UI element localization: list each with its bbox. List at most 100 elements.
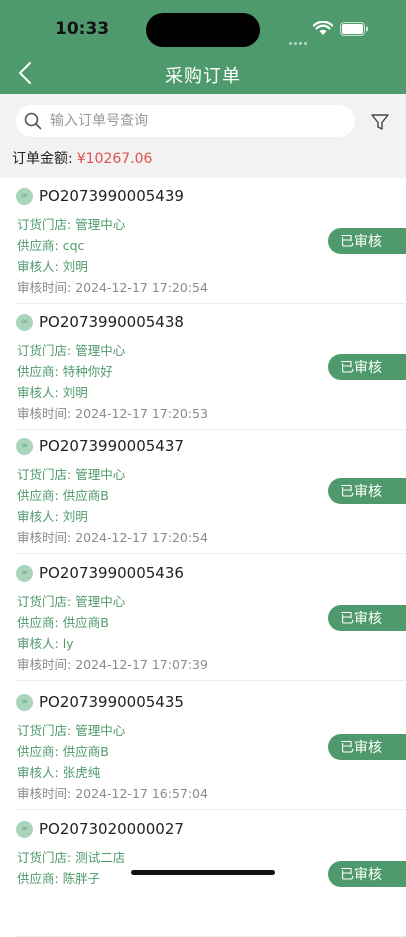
order-supplier: 供应商: 供应商B: [17, 612, 109, 631]
order-number: PO2073990005435: [39, 693, 184, 711]
order-store: 订货门店: 管理中心: [17, 720, 125, 739]
search-icon: [24, 112, 42, 130]
order-status-icon: ∞: [16, 437, 33, 455]
order-supplier-value: 陈胖子: [62, 871, 101, 886]
order-number: PO2073990005437: [39, 437, 184, 455]
order-total-amount: ¥10267.06: [76, 151, 153, 167]
order-reviewer-value: ly: [62, 636, 74, 651]
order-status-badge[interactable]: 已审核: [328, 605, 406, 631]
order-total: 订单金额: ¥10267.06: [12, 148, 152, 168]
order-number: PO2073990005438: [39, 313, 184, 331]
order-store-label: 订货门店:: [17, 723, 72, 738]
order-item[interactable]: ∞ PO2073990005439 订货门店: 管理中心 供应商: cqc 审核…: [16, 178, 406, 304]
order-total-label: 订单金额:: [12, 151, 73, 167]
order-review-time-label: 审核时间:: [17, 406, 72, 421]
order-review-time-value: 2024-12-17 17:20:54: [75, 280, 208, 295]
order-status-icon: ∞: [16, 693, 33, 711]
order-store: 订货门店: 管理中心: [17, 591, 125, 610]
order-item[interactable]: ∞ PO2073990005435 订货门店: 管理中心 供应商: 供应商B 审…: [16, 684, 406, 810]
order-supplier-label: 供应商:: [17, 615, 59, 630]
order-review-time-value: 2024-12-17 16:57:04: [75, 786, 208, 801]
status-time: 10:33: [55, 19, 110, 39]
order-status-badge[interactable]: 已审核: [328, 478, 406, 504]
order-review-time: 审核时间: 2024-12-17 17:20:54: [17, 527, 208, 546]
order-status-icon: ∞: [16, 187, 33, 205]
order-reviewer-label: 审核人:: [17, 259, 59, 274]
order-reviewer-value: 刘明: [62, 509, 88, 524]
order-supplier-value: cqc: [62, 238, 85, 253]
order-supplier-label: 供应商:: [17, 488, 59, 503]
order-header: ∞ PO2073990005435: [16, 693, 184, 711]
search-input[interactable]: [50, 113, 320, 129]
order-supplier-value: 供应商B: [62, 615, 109, 630]
order-supplier-value: 特种你好: [62, 364, 113, 379]
order-store-label: 订货门店:: [17, 594, 72, 609]
order-header: ∞ PO2073990005439: [16, 187, 184, 205]
battery-icon: [340, 22, 368, 36]
order-item[interactable]: ∞ PO2073990005437 订货门店: 管理中心 供应商: 供应商B 审…: [16, 428, 406, 554]
order-review-time-value: 2024-12-17 17:20:53: [75, 406, 208, 421]
order-store-label: 订货门店:: [17, 850, 72, 865]
home-indicator: [131, 870, 275, 875]
order-item[interactable]: ∞ PO2073990005438 订货门店: 管理中心 供应商: 特种你好 审…: [16, 304, 406, 430]
dynamic-island: [146, 13, 260, 47]
order-reviewer-value: 张虎纯: [62, 765, 101, 780]
order-status-badge[interactable]: 已审核: [328, 354, 406, 380]
order-supplier: 供应商: 供应商B: [17, 741, 109, 760]
order-reviewer: 审核人: ly: [17, 633, 74, 652]
order-review-time: 审核时间: 2024-12-17 16:57:04: [17, 783, 208, 802]
order-store: 订货门店: 管理中心: [17, 340, 125, 359]
order-header: ∞ PO2073020000027: [16, 820, 184, 838]
search-box[interactable]: [16, 105, 355, 137]
order-status-icon: ∞: [16, 313, 33, 331]
order-supplier-value: 供应商B: [62, 488, 109, 503]
order-review-time-label: 审核时间:: [17, 657, 72, 672]
order-supplier: 供应商: 特种你好: [17, 361, 113, 380]
signal-icon: [289, 30, 309, 49]
order-header: ∞ PO2073990005437: [16, 437, 184, 455]
order-store-value: 测试二店: [75, 850, 126, 865]
order-number: PO2073990005439: [39, 187, 184, 205]
order-store: 订货门店: 管理中心: [17, 464, 125, 483]
filter-button[interactable]: [366, 108, 394, 136]
order-store: 订货门店: 测试二店: [17, 847, 125, 866]
order-store: 订货门店: 管理中心: [17, 214, 125, 233]
order-supplier: 供应商: 供应商B: [17, 485, 109, 504]
order-review-time: 审核时间: 2024-12-17 17:20:53: [17, 403, 208, 422]
order-reviewer: 审核人: 刘明: [17, 382, 88, 401]
order-store-label: 订货门店:: [17, 343, 72, 358]
order-item[interactable]: ∞ PO2073990005436 订货门店: 管理中心 供应商: 供应商B 审…: [16, 555, 406, 681]
order-store-value: 管理中心: [75, 467, 126, 482]
order-reviewer: 审核人: 张虎纯: [17, 762, 100, 781]
search-bar-area: 订单金额:¥10267.06: [0, 94, 406, 178]
order-reviewer-value: 刘明: [62, 385, 88, 400]
order-reviewer-label: 审核人:: [17, 509, 59, 524]
order-store-value: 管理中心: [75, 217, 126, 232]
wifi-icon: [313, 21, 333, 35]
order-reviewer-value: 刘明: [62, 259, 88, 274]
app-header: 10:33 采购订单: [0, 0, 406, 94]
order-supplier: 供应商: cqc: [17, 235, 84, 254]
order-review-time-label: 审核时间:: [17, 280, 72, 295]
order-supplier-label: 供应商:: [17, 871, 59, 886]
order-number: PO2073990005436: [39, 564, 184, 582]
order-status-badge[interactable]: 已审核: [328, 734, 406, 760]
order-store-value: 管理中心: [75, 343, 126, 358]
order-reviewer-label: 审核人:: [17, 765, 59, 780]
order-store-label: 订货门店:: [17, 217, 72, 232]
order-status-badge[interactable]: 已审核: [328, 861, 406, 887]
order-supplier-value: 供应商B: [62, 744, 109, 759]
order-store-label: 订货门店:: [17, 467, 72, 482]
order-supplier: 供应商: 陈胖子: [17, 868, 100, 887]
order-review-time-value: 2024-12-17 17:07:39: [75, 657, 208, 672]
order-supplier-label: 供应商:: [17, 238, 59, 253]
order-reviewer-label: 审核人:: [17, 385, 59, 400]
page-title: 采购订单: [165, 66, 241, 87]
order-review-time: 审核时间: 2024-12-17 17:07:39: [17, 654, 208, 673]
filter-icon: [371, 114, 389, 130]
order-store-value: 管理中心: [75, 723, 126, 738]
order-store-value: 管理中心: [75, 594, 126, 609]
order-number: PO2073020000027: [39, 820, 184, 838]
order-supplier-label: 供应商:: [17, 364, 59, 379]
order-status-badge[interactable]: 已审核: [328, 228, 406, 254]
